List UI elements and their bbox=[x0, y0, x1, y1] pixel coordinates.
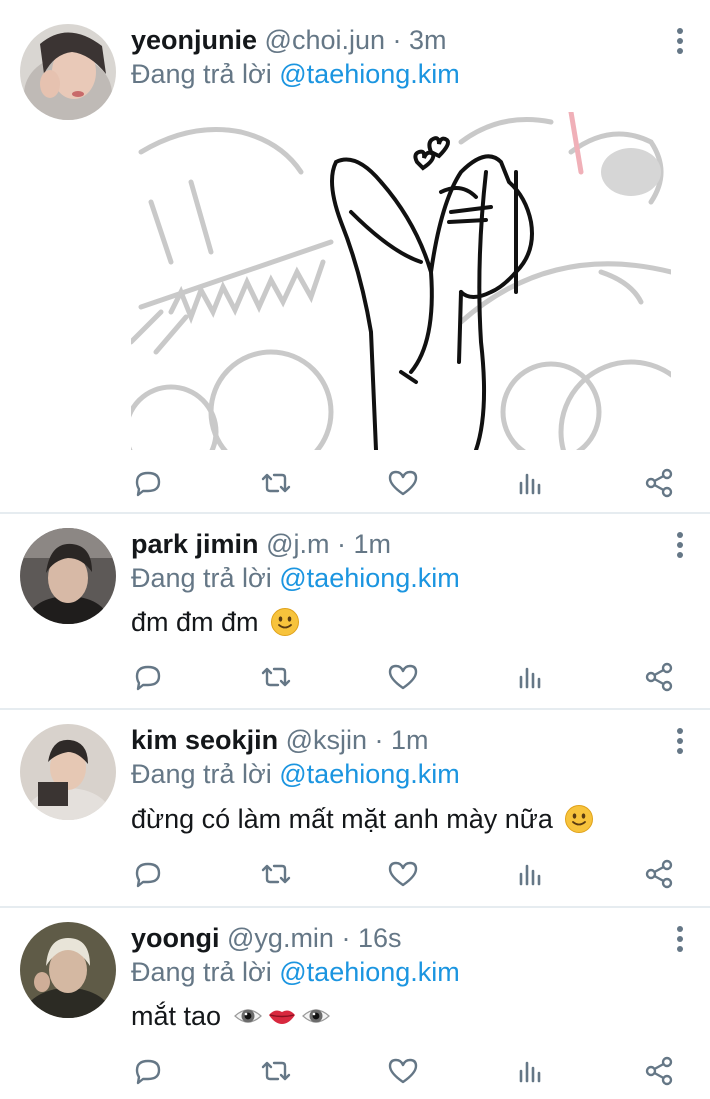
more-options-icon[interactable] bbox=[670, 924, 690, 954]
reply-mention-link[interactable]: @taehiong.kim bbox=[279, 59, 460, 89]
reply-icon[interactable] bbox=[131, 660, 165, 694]
reply-icon[interactable] bbox=[131, 1054, 165, 1088]
tweet-text-content: đừng có làm mất mặt anh mày nữa bbox=[131, 804, 553, 834]
avatar[interactable] bbox=[20, 528, 116, 624]
display-name[interactable]: kim seokjin bbox=[131, 725, 278, 755]
meta-separator: · bbox=[329, 529, 354, 559]
eye-icon bbox=[233, 1001, 263, 1031]
retweet-icon[interactable] bbox=[259, 466, 293, 500]
user-handle[interactable]: @yg.min bbox=[227, 923, 334, 953]
reply-icon[interactable] bbox=[131, 857, 165, 891]
tweet-text-content: đm đm đm bbox=[131, 607, 259, 637]
media-image[interactable] bbox=[131, 112, 671, 450]
meta-separator: · bbox=[333, 923, 358, 953]
slightly-smiling-face-icon bbox=[564, 804, 594, 834]
avatar[interactable] bbox=[20, 922, 116, 1018]
timestamp[interactable]: 1m bbox=[353, 529, 391, 559]
meta-separator: · bbox=[367, 725, 392, 755]
tweet-text: mắt tao bbox=[131, 999, 331, 1033]
like-icon[interactable] bbox=[386, 466, 420, 500]
replying-to: Đang trả lời @taehiong.kim bbox=[131, 758, 460, 790]
tweet-actions bbox=[0, 1054, 710, 1094]
timestamp[interactable]: 3m bbox=[409, 25, 447, 55]
tweet-4[interactable]: yoongi @yg.min · 16s Đang trả lời @taehi… bbox=[0, 908, 710, 1099]
like-icon[interactable] bbox=[386, 660, 420, 694]
reply-mention-link[interactable]: @taehiong.kim bbox=[279, 957, 460, 987]
retweet-icon[interactable] bbox=[259, 660, 293, 694]
analytics-icon[interactable] bbox=[514, 660, 548, 694]
reply-mention-link[interactable]: @taehiong.kim bbox=[279, 563, 460, 593]
retweet-icon[interactable] bbox=[259, 857, 293, 891]
analytics-icon[interactable] bbox=[514, 466, 548, 500]
analytics-icon[interactable] bbox=[514, 1054, 548, 1088]
tweet-actions bbox=[0, 466, 710, 506]
timestamp[interactable]: 1m bbox=[391, 725, 429, 755]
share-icon[interactable] bbox=[642, 466, 676, 500]
like-icon[interactable] bbox=[386, 1054, 420, 1088]
tweet-actions bbox=[0, 660, 710, 700]
share-icon[interactable] bbox=[642, 857, 676, 891]
slightly-smiling-face-icon bbox=[270, 607, 300, 637]
replying-to-label: Đang trả lời bbox=[131, 59, 280, 89]
tweet-header: yoongi @yg.min · 16s bbox=[131, 922, 402, 954]
user-handle[interactable]: @choi.jun bbox=[265, 25, 385, 55]
display-name[interactable]: yoongi bbox=[131, 923, 220, 953]
meta-separator: · bbox=[385, 25, 410, 55]
tweet-actions bbox=[0, 857, 710, 897]
retweet-icon[interactable] bbox=[259, 1054, 293, 1088]
replying-to-label: Đang trả lời bbox=[131, 759, 280, 789]
timestamp[interactable]: 16s bbox=[358, 923, 402, 953]
tweet-text: đừng có làm mất mặt anh mày nữa bbox=[131, 802, 594, 836]
reply-mention-link[interactable]: @taehiong.kim bbox=[279, 759, 460, 789]
replying-to: Đang trả lời @taehiong.kim bbox=[131, 956, 460, 988]
user-handle[interactable]: @j.m bbox=[266, 529, 329, 559]
share-icon[interactable] bbox=[642, 660, 676, 694]
tweet-header: kim seokjin @ksjin · 1m bbox=[131, 724, 429, 756]
tweet-2[interactable]: park jimin @j.m · 1m Đang trả lời @taehi… bbox=[0, 514, 710, 708]
display-name[interactable]: park jimin bbox=[131, 529, 259, 559]
reply-icon[interactable] bbox=[131, 466, 165, 500]
display-name[interactable]: yeonjunie bbox=[131, 25, 257, 55]
replying-to: Đang trả lời @taehiong.kim bbox=[131, 58, 460, 90]
like-icon[interactable] bbox=[386, 857, 420, 891]
user-handle[interactable]: @ksjin bbox=[286, 725, 367, 755]
eye-icon bbox=[301, 1001, 331, 1031]
tweet-header: yeonjunie @choi.jun · 3m bbox=[131, 24, 447, 56]
mouth-icon bbox=[267, 1001, 297, 1031]
avatar[interactable] bbox=[20, 724, 116, 820]
tweet-1[interactable]: yeonjunie @choi.jun · 3m Đang trả lời @t… bbox=[0, 0, 710, 513]
analytics-icon[interactable] bbox=[514, 857, 548, 891]
more-options-icon[interactable] bbox=[670, 726, 690, 756]
more-options-icon[interactable] bbox=[670, 530, 690, 560]
tweet-text-content: mắt tao bbox=[131, 1001, 222, 1031]
tweet-3[interactable]: kim seokjin @ksjin · 1m Đang trả lời @ta… bbox=[0, 710, 710, 906]
share-icon[interactable] bbox=[642, 1054, 676, 1088]
tweet-text: đm đm đm bbox=[131, 605, 300, 639]
more-options-icon[interactable] bbox=[670, 26, 690, 56]
avatar[interactable] bbox=[20, 24, 116, 120]
replying-to-label: Đang trả lời bbox=[131, 957, 280, 987]
replying-to-label: Đang trả lời bbox=[131, 563, 280, 593]
tweet-header: park jimin @j.m · 1m bbox=[131, 528, 391, 560]
replying-to: Đang trả lời @taehiong.kim bbox=[131, 562, 460, 594]
